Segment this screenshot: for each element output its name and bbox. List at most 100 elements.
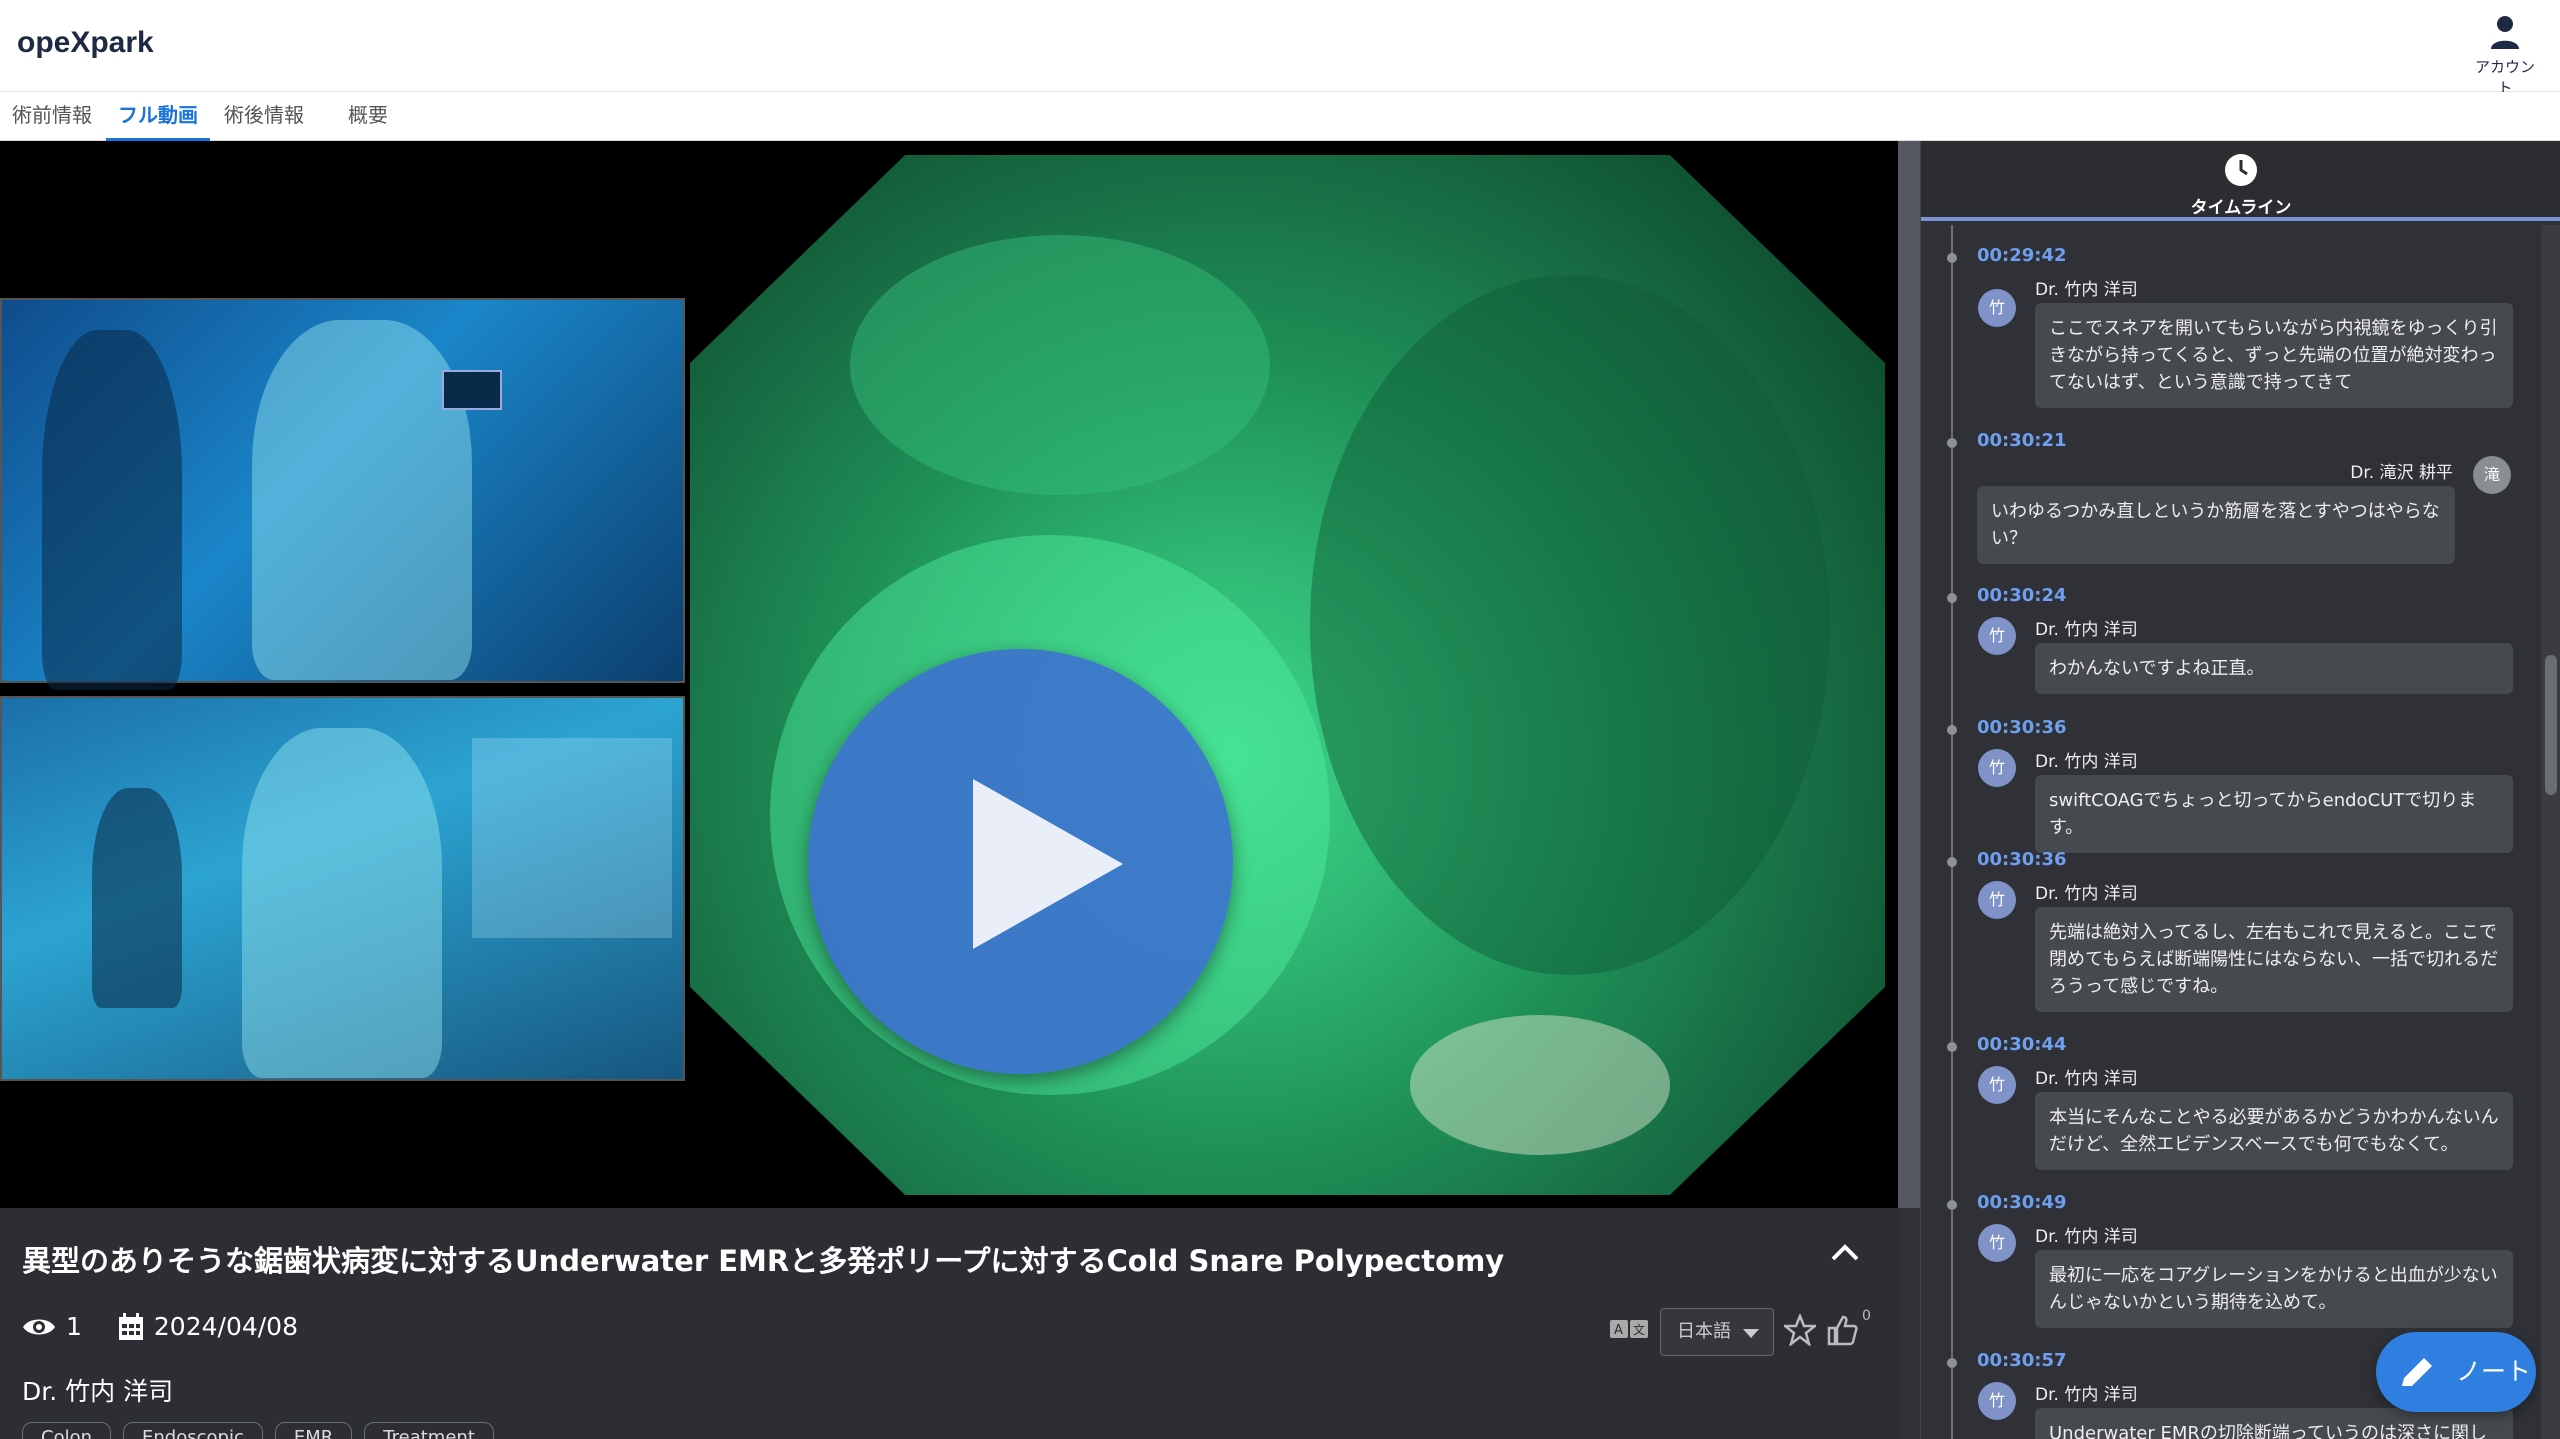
video-player[interactable]: [0, 141, 1898, 1208]
timestamp[interactable]: 00:30:57: [1977, 1350, 2067, 1371]
tab-preop-info[interactable]: 術前情報: [0, 92, 104, 141]
tag-chip[interactable]: Treatment: [364, 1422, 494, 1439]
comment-bubble: わかんないですよね正直。: [2035, 643, 2513, 694]
commenter-name: Dr. 竹内 洋司: [2035, 752, 2138, 772]
comment-bubble: swiftCOAGでちょっと切ってからendoCUTで切ります。: [2035, 775, 2513, 853]
person-figure: [42, 330, 182, 690]
language-value: 日本語: [1677, 1321, 1731, 1342]
app-root: { "app": {"logo": "opeXpark", "account_l…: [0, 0, 2560, 1439]
comment-bubble: ここでスネアを開いてもらいながら内視鏡をゆっくり引きながら持ってくると、ずっと先…: [2035, 303, 2513, 408]
app-logo[interactable]: opeXpark: [17, 26, 154, 60]
comment-bubble: Underwater EMRの切除断端っていうのは深さに関して: [2035, 1408, 2513, 1439]
endoscope-view: [690, 155, 1885, 1195]
mucosa-fold: [850, 235, 1270, 495]
account-button[interactable]: アカウント: [2470, 14, 2540, 98]
timeline-list[interactable]: 00:29:42 竹 Dr. 竹内 洋司 ここでスネアを開いてもらいながら内視鏡…: [1921, 225, 2541, 1439]
tab-bar: 術前情報 フル動画 術後情報 概要: [0, 92, 2560, 141]
scrollbar-thumb[interactable]: [2545, 655, 2557, 795]
chevron-up-icon: [1831, 1244, 1859, 1261]
timestamp[interactable]: 00:30:36: [1977, 849, 2067, 870]
timeline-entry[interactable]: 00:30:21 滝 Dr. 滝沢 耕平 いわゆるつかみ直しというか筋層を落とす…: [1921, 430, 2541, 580]
app-header: opeXpark アカウント: [0, 0, 2560, 97]
like-button[interactable]: [1826, 1314, 1858, 1350]
video-author[interactable]: Dr. 竹内 洋司: [22, 1372, 173, 1408]
timeline-entry[interactable]: 00:30:36 竹 Dr. 竹内 洋司 swiftCOAGでちょっと切ってから…: [1921, 717, 2541, 853]
eye-icon: [23, 1319, 55, 1334]
avatar: 滝: [2473, 456, 2511, 494]
play-icon: [973, 779, 1123, 949]
video-meta: 1 2024/04/08: [22, 1312, 298, 1341]
commenter-name: Dr. 竹内 洋司: [2035, 620, 2138, 640]
tab-overview[interactable]: 概要: [336, 92, 400, 141]
timeline-tab[interactable]: タイムライン: [1921, 141, 2560, 221]
avatar: 竹: [1978, 289, 2016, 327]
timeline-dot: [1947, 438, 1957, 448]
timeline-dot: [1947, 857, 1957, 867]
avatar: 竹: [1978, 881, 2016, 919]
translate-icon[interactable]: A 文: [1610, 1318, 1650, 1346]
star-icon: [1781, 1312, 1819, 1348]
timestamp[interactable]: 00:30:36: [1977, 717, 2067, 738]
mucosa-fold: [1410, 1015, 1670, 1155]
timestamp[interactable]: 00:29:42: [1977, 245, 2067, 266]
commenter-name: Dr. 滝沢 耕平: [2350, 463, 2453, 483]
person-figure: [252, 320, 472, 680]
timeline-dot: [1947, 253, 1957, 263]
timeline-entry[interactable]: 00:30:36 竹 Dr. 竹内 洋司 先端は絶対入ってるし、左右もこれで見え…: [1921, 849, 2541, 1029]
cabinet: [472, 738, 672, 938]
timeline-header-label: タイムライン: [2190, 198, 2292, 218]
commenter-name: Dr. 竹内 洋司: [2035, 1069, 2138, 1089]
language-select[interactable]: 日本語: [1660, 1308, 1774, 1356]
timeline-entry[interactable]: 00:30:49 竹 Dr. 竹内 洋司 最初に一応をコアグレーションをかけると…: [1921, 1192, 2541, 1342]
note-button[interactable]: ノート: [2376, 1332, 2536, 1412]
avatar: 竹: [1978, 749, 2016, 787]
commenter-name: Dr. 竹内 洋司: [2035, 280, 2138, 300]
thumbs-up-icon: [1827, 1315, 1858, 1346]
timeline-entry[interactable]: 00:29:42 竹 Dr. 竹内 洋司 ここでスネアを開いてもらいながら内視鏡…: [1921, 245, 2541, 425]
favorite-button[interactable]: [1781, 1312, 1819, 1350]
video-title: 異型のありそうな鋸歯状病変に対するUnderwater EMRと多発ポリープに対…: [22, 1244, 1505, 1278]
pencil-icon: [2402, 1358, 2432, 1386]
commenter-name: Dr. 竹内 洋司: [2035, 1385, 2138, 1405]
calendar-icon: [118, 1312, 143, 1340]
mucosa-fold: [1310, 275, 1830, 975]
person-figure: [242, 728, 442, 1078]
tag-chip[interactable]: Colon: [22, 1422, 112, 1439]
tag-chip[interactable]: Endoscopic: [123, 1422, 263, 1439]
timestamp[interactable]: 00:30:21: [1977, 430, 2067, 451]
video-scrollbar[interactable]: [1898, 141, 1920, 1208]
svg-text:文: 文: [1633, 1322, 1645, 1337]
avatar: 竹: [1978, 1382, 2016, 1420]
comment-bubble: 最初に一応をコアグレーションをかけると出血が少ないんじゃないかという期待を込めて…: [2035, 1250, 2513, 1328]
view-count: 1: [66, 1312, 82, 1341]
comment-bubble: 本当にそんなことやる必要があるかどうかわかんないんだけど、全然エビデンスベースで…: [2035, 1092, 2513, 1170]
tag-chip[interactable]: EMR: [274, 1422, 353, 1439]
svg-text:A: A: [1614, 1323, 1623, 1338]
timeline-dot: [1947, 593, 1957, 603]
timeline-entry[interactable]: 00:30:24 竹 Dr. 竹内 洋司 わかんないですよね正直。: [1921, 585, 2541, 710]
comment-bubble: 先端は絶対入ってるし、左右もこれで見えると。ここで閉めてもらえば断端陽性にはなら…: [2035, 907, 2513, 1012]
video-info-panel: 異型のありそうな鋸歯状病変に対するUnderwater EMRと多発ポリープに対…: [0, 1208, 1898, 1439]
note-button-label: ノート: [2456, 1357, 2532, 1386]
avatar: 竹: [1978, 617, 2016, 655]
play-button[interactable]: [808, 649, 1233, 1074]
clock-icon: [2225, 154, 2257, 186]
operating-room-camera-1: [0, 298, 685, 690]
timeline-panel: タイムライン 00:29:42 竹 Dr. 竹内 洋司 ここでスネアを開いてもら…: [1920, 141, 2560, 1439]
commenter-name: Dr. 竹内 洋司: [2035, 1227, 2138, 1247]
collapse-button[interactable]: [1830, 1242, 1860, 1266]
timeline-scrollbar[interactable]: [2541, 225, 2560, 1439]
tab-postop-info[interactable]: 術後情報: [212, 92, 316, 141]
tab-full-video[interactable]: フル動画: [106, 92, 210, 141]
timeline-dot: [1947, 1200, 1957, 1210]
timeline-dot: [1947, 1358, 1957, 1368]
caret-down-icon: [1743, 1329, 1759, 1338]
tag-list: Colon Endoscopic EMR Treatment: [22, 1422, 494, 1439]
timestamp[interactable]: 00:30:24: [1977, 585, 2067, 606]
like-count: 0: [1862, 1308, 1871, 1324]
timestamp[interactable]: 00:30:44: [1977, 1034, 2067, 1055]
timeline-entry[interactable]: 00:30:44 竹 Dr. 竹内 洋司 本当にそんなことやる必要があるかどうか…: [1921, 1034, 2541, 1184]
timeline-dot: [1947, 725, 1957, 735]
timeline-dot: [1947, 1042, 1957, 1052]
timestamp[interactable]: 00:30:49: [1977, 1192, 2067, 1213]
